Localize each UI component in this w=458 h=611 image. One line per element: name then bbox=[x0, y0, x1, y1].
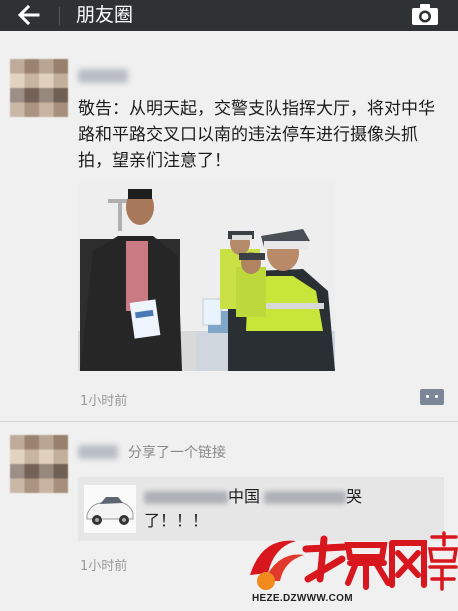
site-watermark: HEZE.DZWWW.COM bbox=[244, 531, 458, 611]
white-car-icon bbox=[86, 497, 134, 525]
watermark-site: HEZE.DZWWW.COM bbox=[252, 593, 353, 604]
link-title-part: 中国 bbox=[228, 487, 261, 506]
link-title-part: 哭 bbox=[346, 487, 363, 506]
post-photo[interactable] bbox=[78, 181, 335, 371]
camera-button[interactable] bbox=[410, 3, 440, 27]
header-divider bbox=[59, 7, 60, 25]
top-bar: 朋友圈 bbox=[0, 0, 458, 31]
post-time: 1小时前 bbox=[80, 394, 128, 409]
page-title: 朋友圈 bbox=[76, 4, 134, 26]
avatar[interactable] bbox=[10, 435, 68, 493]
avatar[interactable] bbox=[10, 59, 68, 117]
blurred-text bbox=[264, 491, 347, 504]
comment-button[interactable] bbox=[420, 389, 444, 405]
more-dot-icon bbox=[426, 395, 429, 398]
dazhongwang-logo bbox=[250, 531, 458, 591]
back-button[interactable] bbox=[16, 3, 42, 27]
post-text: 敬告：从明天起，交警支队指挥大厅，将对中华路和平路交叉口以南的违法停车进行摄像头… bbox=[78, 99, 435, 171]
post-time: 1小时前 bbox=[80, 559, 128, 574]
blurred-text bbox=[144, 491, 228, 504]
traffic-police-photo bbox=[78, 181, 335, 371]
author-name-blurred[interactable] bbox=[78, 69, 128, 83]
author-name-blurred[interactable] bbox=[78, 445, 118, 459]
arrow-left-icon bbox=[17, 4, 40, 26]
shared-link-label: 分享了一个链接 bbox=[128, 445, 226, 461]
camera-icon bbox=[412, 4, 438, 25]
moments-feed[interactable]: 敬告：从明天起，交警支队指挥大厅，将对中华路和平路交叉口以南的违法停车进行摄像头… bbox=[0, 31, 458, 604]
link-title-line2: 了！！！ bbox=[144, 511, 209, 530]
link-thumbnail bbox=[84, 485, 136, 533]
link-title: 中国 哭 了！！！ bbox=[144, 485, 434, 533]
post-divider bbox=[0, 421, 458, 422]
more-dot-icon bbox=[435, 395, 438, 398]
